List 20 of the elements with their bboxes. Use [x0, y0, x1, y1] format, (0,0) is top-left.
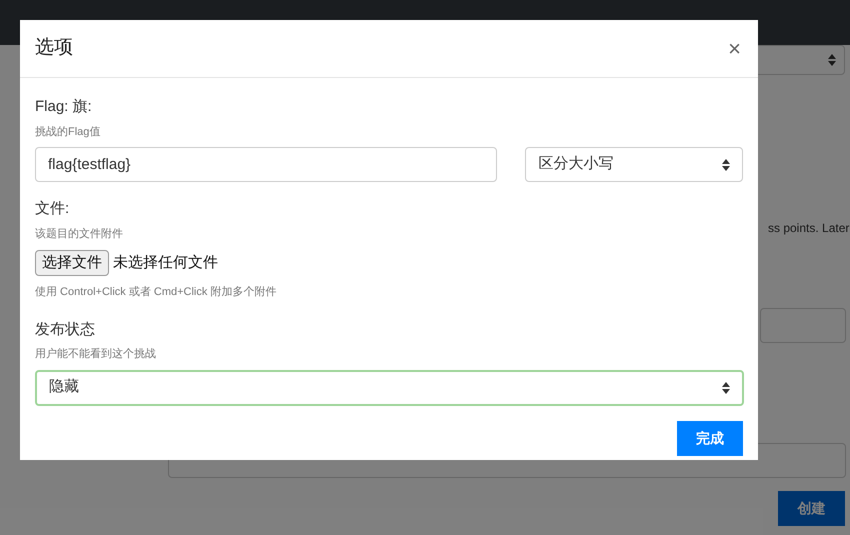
- field-label: 发布状态: [35, 320, 96, 340]
- hint-text: ss points. Later: [768, 220, 850, 237]
- field-hint: 该题目的文件附件: [35, 226, 124, 242]
- select-arrows-icon: [722, 158, 730, 170]
- field-label: Flag: 旗:: [35, 97, 93, 117]
- no-file-text: 未选择任何文件: [113, 252, 218, 273]
- select-arrows-icon: [828, 54, 836, 66]
- done-button[interactable]: 完成: [677, 420, 743, 456]
- field-label: 文件:: [35, 199, 70, 219]
- modal-title: 选项: [35, 36, 73, 60]
- field-hint: 使用 Control+Click 或者 Cmd+Click 附加多个附件: [35, 285, 278, 300]
- field-hint: 挑战的Flag值: [35, 124, 102, 140]
- close-button[interactable]: ×: [728, 38, 743, 60]
- state-select[interactable]: 隐藏: [35, 370, 744, 406]
- input-field[interactable]: [760, 308, 846, 343]
- choose-file-button[interactable]: 选择文件: [35, 250, 109, 276]
- field-hint: 用户能不能看到这个挑战: [35, 346, 157, 362]
- flag-input[interactable]: flag{testflag}: [35, 147, 498, 182]
- case-select[interactable]: 区分大小写: [525, 147, 743, 182]
- select-arrows-icon: [722, 382, 730, 394]
